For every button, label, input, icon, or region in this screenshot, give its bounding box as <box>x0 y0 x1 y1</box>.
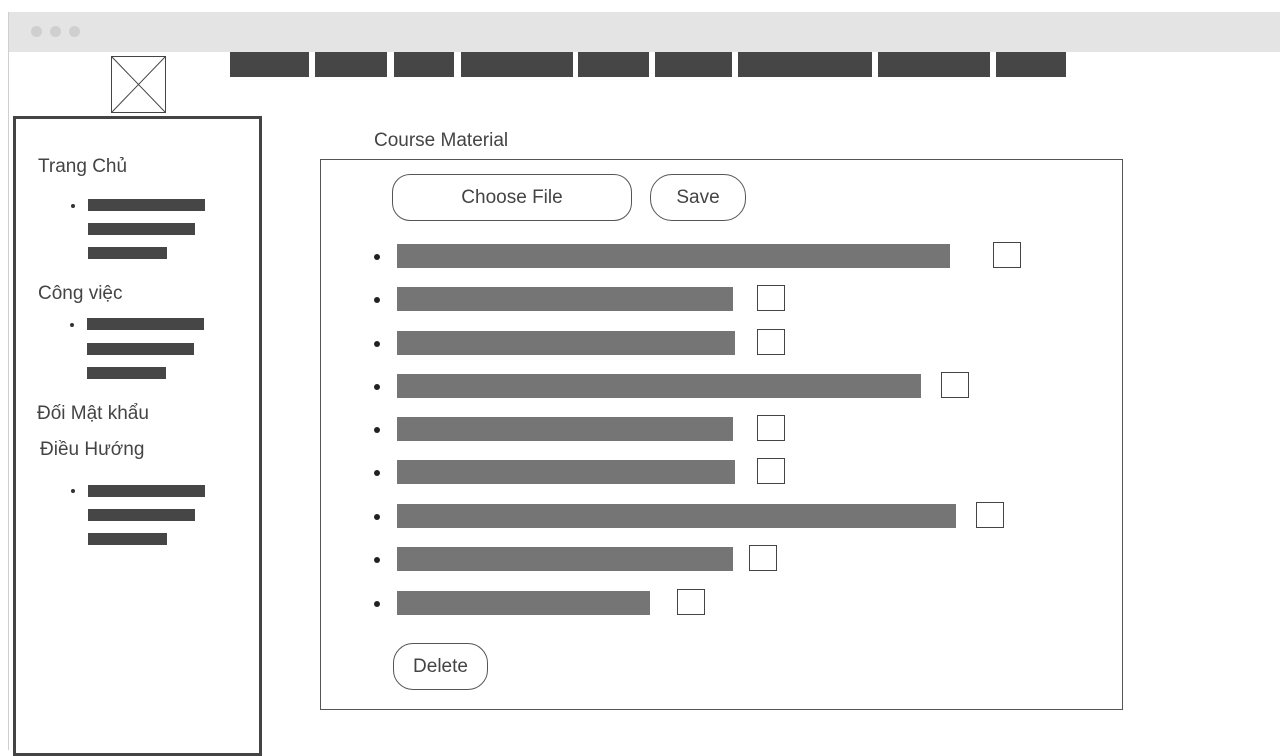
file-checkbox[interactable] <box>976 502 1004 528</box>
list-item <box>321 372 1124 398</box>
sidebar-item-doi-mat-khau[interactable]: Đối Mật khẩu <box>37 403 149 425</box>
window-minimize-dot[interactable] <box>50 26 61 37</box>
file-name-placeholder[interactable] <box>397 460 735 484</box>
browser-window: Trang Chủ Công việc Đối Mật khẩu Điều Hư… <box>0 0 1280 756</box>
file-name-placeholder[interactable] <box>397 331 735 355</box>
file-checkbox[interactable] <box>749 545 777 571</box>
nav-item-2[interactable] <box>315 52 387 77</box>
image-placeholder-icon <box>112 57 165 112</box>
list-item <box>321 285 1124 311</box>
file-name-placeholder[interactable] <box>397 374 921 398</box>
list-item <box>321 415 1124 441</box>
list-bullet <box>374 557 380 563</box>
sidebar-bullet <box>70 323 74 327</box>
nav-item-4[interactable] <box>461 52 573 77</box>
sidebar-subitem[interactable] <box>87 367 166 379</box>
sidebar: Trang Chủ Công việc Đối Mật khẩu Điều Hư… <box>13 116 262 756</box>
list-bullet <box>374 254 380 260</box>
window-titlebar <box>8 12 1280 52</box>
sidebar-subitem[interactable] <box>88 223 195 235</box>
list-item <box>321 329 1124 355</box>
file-checkbox[interactable] <box>757 285 785 311</box>
window-maximize-dot[interactable] <box>69 26 80 37</box>
list-bullet <box>374 384 380 390</box>
sidebar-item-cong-viec[interactable]: Công việc <box>38 283 123 305</box>
sidebar-item-dieu-huong[interactable]: Điều Hướng <box>40 439 144 461</box>
list-item <box>321 242 1124 268</box>
file-checkbox[interactable] <box>993 242 1021 268</box>
file-checkbox[interactable] <box>757 458 785 484</box>
nav-item-9[interactable] <box>996 52 1066 77</box>
window-left-edge <box>8 12 9 750</box>
file-name-placeholder[interactable] <box>397 591 650 615</box>
file-name-placeholder[interactable] <box>397 417 733 441</box>
sidebar-bullet <box>71 204 75 208</box>
choose-file-button[interactable]: Choose File <box>392 174 632 221</box>
nav-item-1[interactable] <box>230 52 309 77</box>
list-item <box>321 589 1124 615</box>
file-checkbox[interactable] <box>941 372 969 398</box>
file-name-placeholder[interactable] <box>397 547 733 571</box>
list-bullet <box>374 297 380 303</box>
file-checkbox[interactable] <box>677 589 705 615</box>
file-checkbox[interactable] <box>757 415 785 441</box>
sidebar-subitem[interactable] <box>88 509 195 521</box>
list-bullet <box>374 470 380 476</box>
file-name-placeholder[interactable] <box>397 287 733 311</box>
sidebar-subitem[interactable] <box>87 343 194 355</box>
delete-button[interactable]: Delete <box>393 643 488 690</box>
sidebar-subitem[interactable] <box>88 247 167 259</box>
sidebar-subitem[interactable] <box>88 485 205 497</box>
sidebar-item-trang-chu[interactable]: Trang Chủ <box>38 156 127 178</box>
course-material-panel: Choose File Save Delete <box>320 159 1123 710</box>
page-title: Course Material <box>374 130 509 151</box>
list-bullet <box>374 514 380 520</box>
list-item <box>321 545 1124 571</box>
nav-item-6[interactable] <box>655 52 732 77</box>
file-checkbox[interactable] <box>757 329 785 355</box>
window-close-dot[interactable] <box>31 26 42 37</box>
list-item <box>321 458 1124 484</box>
logo-image-placeholder <box>111 56 166 113</box>
nav-item-5[interactable] <box>578 52 649 77</box>
sidebar-subitem[interactable] <box>88 533 167 545</box>
list-bullet <box>374 341 380 347</box>
nav-item-3[interactable] <box>394 52 454 77</box>
nav-item-8[interactable] <box>878 52 990 77</box>
list-bullet <box>374 601 380 607</box>
sidebar-bullet <box>71 489 75 493</box>
sidebar-subitem[interactable] <box>88 199 205 211</box>
nav-item-7[interactable] <box>738 52 872 77</box>
list-bullet <box>374 427 380 433</box>
save-button[interactable]: Save <box>650 174 746 221</box>
file-name-placeholder[interactable] <box>397 504 956 528</box>
file-name-placeholder[interactable] <box>397 244 950 268</box>
list-item <box>321 502 1124 528</box>
sidebar-subitem[interactable] <box>87 318 204 330</box>
